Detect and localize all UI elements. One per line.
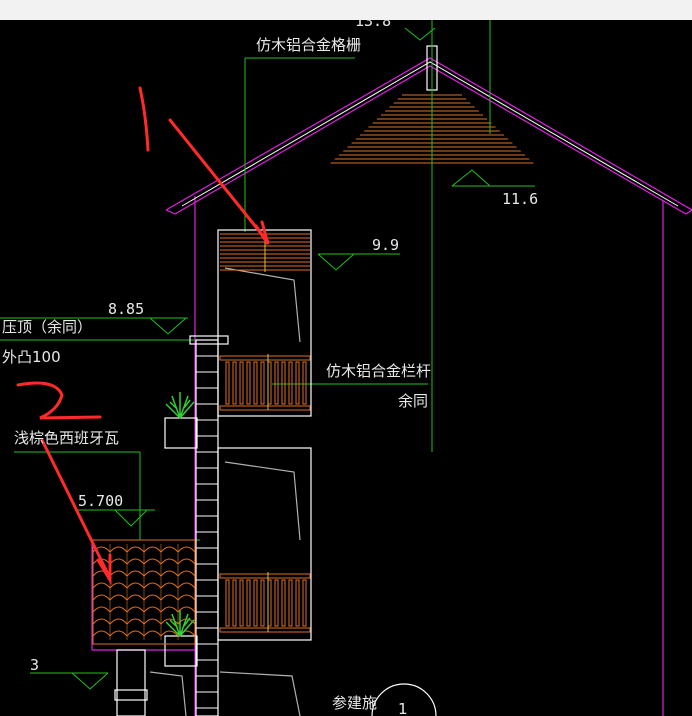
tile-course [160,594,179,601]
tile-label: 浅棕色西班牙瓦 [14,429,119,447]
tile-course [126,582,145,589]
elevation-9-9-label: 9.9 [372,236,399,254]
elevation-3-label: 3 [30,656,39,674]
baluster [295,579,300,627]
baluster [260,361,265,405]
plant-upper [165,392,195,419]
tile-course [126,618,145,625]
roof-inner-line [181,61,679,207]
baluster [246,361,251,405]
baluster [232,579,237,627]
baluster [274,361,279,405]
elevation-drawing: 13.8 仿木铝合金格栅 11.6 9.9 8.85 压顶（余同） 外凸100 … [0,20,692,716]
tile-course [143,570,162,577]
tile-course [109,630,128,637]
baluster [281,579,286,627]
railing-label: 仿木铝合金栏杆 [326,362,431,380]
tile-course [177,558,196,565]
baluster [253,361,258,405]
tile-course [109,594,128,601]
reference-label: 参建施 [332,694,377,712]
baluster [274,579,279,627]
railing-bottom-rail [219,405,311,411]
tile-course [92,618,111,625]
tile-course [126,606,145,613]
baluster [302,361,307,405]
cad-viewport: 13.8 仿木铝合金格栅 11.6 9.9 8.85 压顶（余同） 外凸100 … [0,0,692,716]
tile-course [143,582,162,589]
baluster [239,579,244,627]
baluster [281,361,286,405]
baluster [295,361,300,405]
tile-course [143,594,162,601]
tile-course [177,546,196,553]
tile-course [109,558,128,565]
parapet-top-label: 压顶（余同） [2,318,92,336]
tile-course [126,570,145,577]
tile-course [160,546,179,553]
tile-course [143,558,162,565]
baluster [225,579,230,627]
baluster [302,579,307,627]
tile-course [177,594,196,601]
parapet-projection-label: 外凸100 [2,348,61,366]
elevation-8-85-label: 8.85 [108,300,144,318]
railing-top-rail [219,573,311,579]
window-top-bar [0,0,692,20]
tile-course [109,606,128,613]
tile-course [92,630,111,637]
railing-same-label: 余同 [398,392,428,410]
tile-course [92,606,111,613]
baluster [288,361,293,405]
baluster [232,361,237,405]
tile-course [109,618,128,625]
tile-course [126,558,145,565]
tile-course [143,618,162,625]
baluster [260,579,265,627]
railing-upper [219,354,311,411]
building-walls [114,229,312,716]
roof-outline [91,57,692,716]
tile-course [109,582,128,589]
tile-course [92,594,111,601]
elevation-11-6-label: 11.6 [502,190,538,208]
railing-top-rail [219,355,311,361]
tile-course [126,546,145,553]
tile-course [160,570,179,577]
baluster [225,361,230,405]
tile-course [143,630,162,637]
tile-course [177,582,196,589]
baluster [239,361,244,405]
railing-lower [219,572,311,633]
detail-number-label: 1 [398,700,408,716]
tile-course [143,606,162,613]
brick-column [196,355,218,709]
railing-bottom-rail [219,627,311,633]
tile-course [92,582,111,589]
baluster [253,579,258,627]
tile-course [109,570,128,577]
tile-course [177,570,196,577]
baluster [288,579,293,627]
tile-course [160,606,179,613]
tile-course [143,546,162,553]
elevation-13-8-label: 13.8 [355,20,391,30]
elevation-5-700-label: 5.700 [78,492,123,510]
tile-course [126,630,145,637]
tile-course [160,582,179,589]
tile-course [160,558,179,565]
baluster [246,579,251,627]
tile-course [109,546,128,553]
grille-label: 仿木铝合金格栅 [256,36,361,54]
tile-course [126,594,145,601]
